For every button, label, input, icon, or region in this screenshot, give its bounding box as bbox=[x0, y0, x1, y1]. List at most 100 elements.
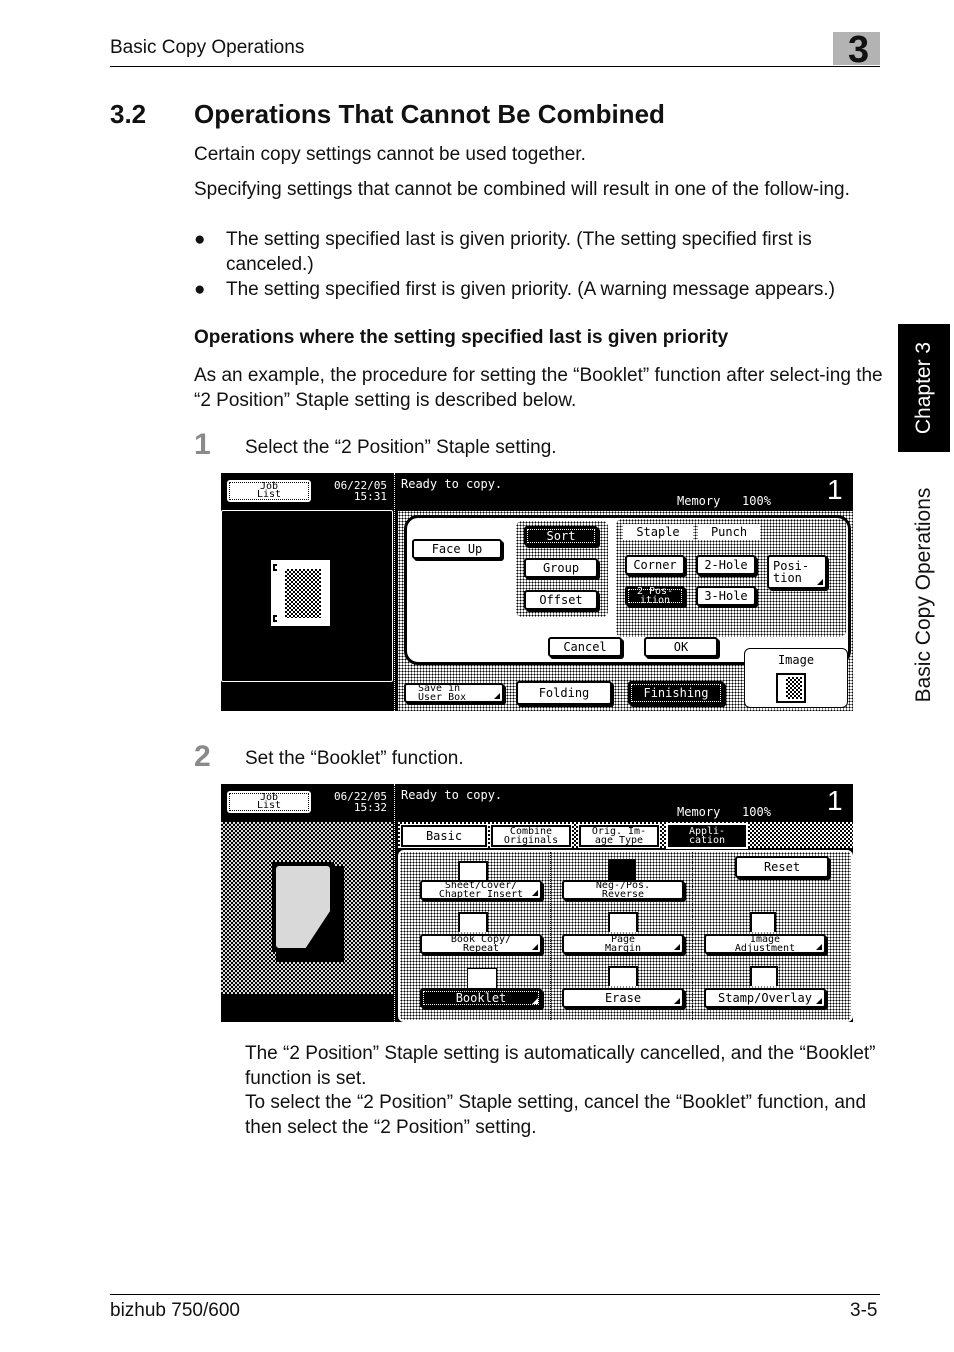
copier-screen-finishing: Job List 06/22/05 15:31 Ready to copy. M… bbox=[221, 473, 853, 711]
button-label: ition bbox=[639, 595, 671, 606]
chapter-side-tab: Chapter 3 bbox=[898, 324, 950, 452]
running-header-title: Basic Copy Operations bbox=[110, 37, 305, 58]
header-rule bbox=[110, 66, 880, 67]
intro-paragraph-2: Specifying settings that cannot be combi… bbox=[194, 179, 850, 200]
memory-value: 100% bbox=[742, 494, 771, 508]
submenu-icon bbox=[532, 998, 538, 1004]
group-button[interactable]: Group bbox=[524, 558, 598, 578]
section-side-label: Basic Copy Operations bbox=[898, 470, 950, 720]
button-label: Stamp/Overlay bbox=[718, 991, 812, 1005]
save-in-user-box-button[interactable]: Save in User Box bbox=[404, 683, 504, 703]
memory-indicator: Memory 100% bbox=[677, 494, 771, 508]
result-paragraph-2: To select the “2 Position” Staple settin… bbox=[245, 1092, 867, 1138]
sheet-insert-icon bbox=[458, 861, 488, 881]
section-number: 3.2 bbox=[110, 99, 147, 129]
copy-count: 1 bbox=[827, 785, 843, 816]
button-label: tion bbox=[773, 571, 802, 585]
offset-button[interactable]: Offset bbox=[524, 590, 598, 610]
date-time: 06/22/05 15:31 bbox=[321, 480, 387, 502]
submenu-icon bbox=[817, 579, 823, 585]
face-up-button[interactable]: Face Up bbox=[412, 539, 502, 559]
memory-label: Memory bbox=[677, 805, 721, 819]
image-adjust-icon bbox=[750, 912, 776, 932]
sort-button[interactable]: Sort bbox=[524, 526, 598, 546]
bullet-icon: ● bbox=[194, 279, 206, 300]
staple-corner-button[interactable]: Corner bbox=[625, 555, 685, 575]
bullet-item: The setting specified first is given pri… bbox=[226, 279, 835, 300]
punch-label: Punch bbox=[698, 524, 760, 540]
ok-button[interactable]: OK bbox=[644, 637, 718, 657]
job-list-button[interactable]: Job List bbox=[227, 791, 311, 813]
stamp-icon bbox=[750, 966, 778, 986]
status-message: Ready to copy. bbox=[401, 477, 503, 491]
punch-2-hole-button[interactable]: 2-Hole bbox=[696, 555, 756, 575]
result-paragraph-1: The “2 Position” Staple setting is autom… bbox=[245, 1043, 876, 1089]
submenu-icon bbox=[816, 944, 822, 950]
punch-3-hole-button[interactable]: 3-Hole bbox=[696, 586, 756, 606]
booklet-button[interactable]: Booklet bbox=[420, 988, 542, 1008]
staple-mark-icon bbox=[273, 564, 277, 571]
reset-button[interactable]: Reset bbox=[735, 856, 829, 878]
step-number: 2 bbox=[194, 740, 211, 773]
footer-model: bizhub 750/600 bbox=[110, 1300, 240, 1321]
settings-panel: Face Up Sort Group Offset Staple Punch C… bbox=[398, 511, 853, 711]
status-message: Ready to copy. bbox=[401, 788, 503, 802]
memory-label: Memory bbox=[677, 494, 721, 508]
book-copy-repeat-button[interactable]: Book Copy/ Repeat bbox=[420, 934, 542, 954]
staple-2-position-button[interactable]: 2 Pos- ition bbox=[625, 586, 685, 606]
bullet-item: The setting specified last is given prio… bbox=[226, 229, 812, 275]
neg-pos-reverse-button[interactable]: Neg-/Pos. Reverse bbox=[562, 880, 684, 900]
staple-label: Staple bbox=[623, 524, 693, 540]
button-label: Reverse bbox=[601, 889, 645, 900]
job-list-label: List bbox=[256, 800, 282, 811]
folding-tab[interactable]: Folding bbox=[516, 681, 612, 705]
finishing-tab[interactable]: Finishing bbox=[628, 681, 724, 705]
step-number: 1 bbox=[194, 428, 211, 461]
image-adjustment-button[interactable]: Image Adjustment bbox=[704, 934, 826, 954]
job-list-button[interactable]: Job List bbox=[227, 480, 311, 502]
footer-page-number: 3-5 bbox=[850, 1300, 878, 1321]
preview-frame bbox=[221, 510, 393, 682]
sheet-cover-insert-button[interactable]: Sheet/Cover/ Chapter Insert bbox=[420, 880, 542, 900]
image-preview-box: Image bbox=[744, 648, 848, 708]
section-title: Operations That Cannot Be Combined bbox=[194, 99, 665, 129]
tab-label: age Type bbox=[594, 835, 644, 846]
bullet-icon: ● bbox=[194, 229, 206, 250]
button-label: Booklet bbox=[455, 991, 507, 1005]
neg-pos-icon bbox=[608, 859, 636, 881]
copy-count: 1 bbox=[827, 474, 843, 505]
tab-label: Basic bbox=[425, 828, 463, 843]
submenu-icon bbox=[532, 890, 538, 896]
preview-page bbox=[271, 560, 330, 626]
tab-label: cation bbox=[688, 835, 726, 846]
tab-orig-image-type[interactable]: Orig. Im- age Type bbox=[578, 824, 660, 848]
tab-application[interactable]: Appli- cation bbox=[666, 823, 748, 849]
preview-area bbox=[221, 822, 393, 994]
button-label: Erase bbox=[604, 991, 642, 1005]
button-label: Adjustment bbox=[734, 943, 796, 954]
job-list-label: List bbox=[256, 489, 282, 500]
tab-basic[interactable]: Basic bbox=[400, 824, 488, 848]
erase-button[interactable]: Erase bbox=[562, 988, 684, 1008]
subheading: Operations where the setting specified l… bbox=[194, 327, 729, 348]
step-text: Set the “Booklet” function. bbox=[245, 748, 464, 769]
page-margin-icon bbox=[608, 912, 638, 932]
memory-indicator: Memory 100% bbox=[677, 805, 771, 819]
copier-screen-application: Job List 06/22/05 15:32 Ready to copy. M… bbox=[221, 784, 853, 1022]
step-text: Select the “2 Position” Staple setting. bbox=[245, 437, 557, 458]
tab-label: Originals bbox=[503, 835, 559, 846]
stamp-overlay-button[interactable]: Stamp/Overlay bbox=[704, 988, 826, 1008]
booklet-icon bbox=[467, 968, 497, 988]
time: 15:32 bbox=[353, 801, 387, 814]
time: 15:31 bbox=[353, 490, 387, 503]
erase-icon bbox=[608, 966, 638, 986]
tab-combine-originals[interactable]: Combine Originals bbox=[490, 824, 572, 848]
cancel-button[interactable]: Cancel bbox=[548, 637, 622, 657]
date-time: 06/22/05 15:32 bbox=[321, 791, 387, 813]
divider bbox=[394, 784, 396, 1022]
punch-position-button[interactable]: Posi- tion bbox=[767, 555, 827, 589]
button-label: User Box bbox=[418, 692, 467, 703]
chapter-tab-label: Chapter 3 bbox=[912, 341, 935, 435]
page-margin-button[interactable]: Page Margin bbox=[562, 934, 684, 954]
button-label: Chapter Insert bbox=[438, 889, 524, 900]
